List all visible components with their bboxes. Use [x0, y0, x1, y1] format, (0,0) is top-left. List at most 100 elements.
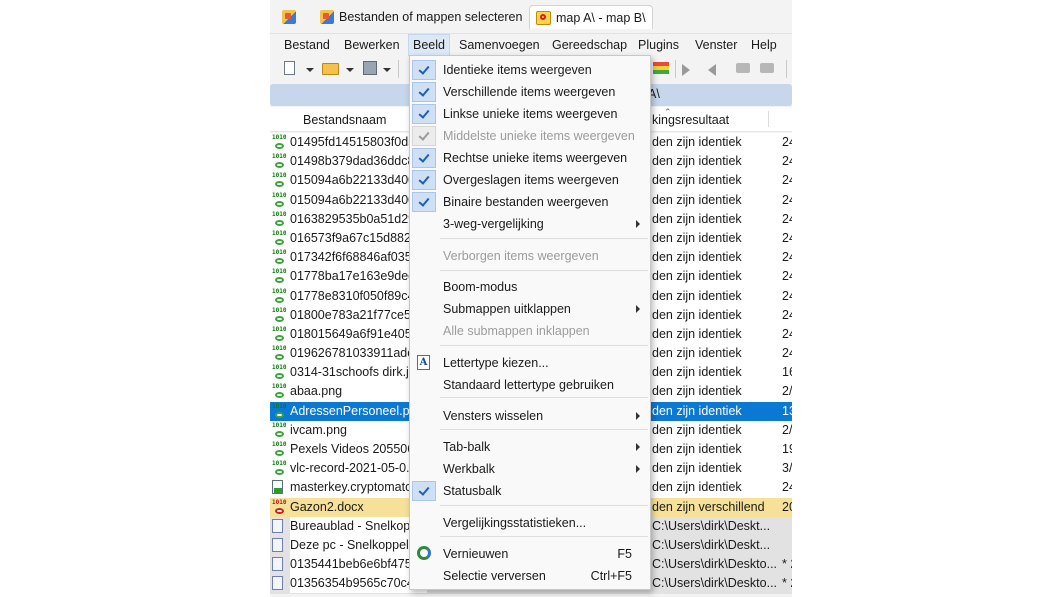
compare-icon — [536, 10, 551, 25]
menu-item[interactable]: Binaire bestanden weergeven — [410, 191, 650, 213]
menu-separator — [440, 345, 648, 346]
row-size: 24 — [782, 250, 792, 265]
checkmark-icon — [412, 170, 436, 190]
copy-right-icon[interactable] — [682, 64, 690, 76]
row-filename: 015094a6b22133d400f. — [290, 192, 423, 207]
shortcut-file-icon — [272, 518, 283, 533]
column-result[interactable]: kingsresultaat — [652, 113, 729, 127]
row-filename: 0163829535b0a51d29. — [290, 211, 419, 226]
font-icon: A — [417, 355, 430, 370]
menu-beeld[interactable]: Beeld — [408, 34, 450, 56]
binary-file-identical-icon: 1010 — [272, 461, 286, 476]
binary-file-identical-icon: 1010 — [272, 211, 286, 227]
menu-item-label: Rechtse unieke items weergeven — [443, 151, 628, 165]
row-filename: 015094a6b22133d400f. — [290, 173, 423, 188]
menu-item[interactable]: Overgeslagen items weergeven — [410, 169, 650, 191]
binary-file-identical-icon: 1010 — [272, 403, 286, 419]
menu-item[interactable]: Boom-modus — [410, 276, 650, 298]
column-divider[interactable] — [768, 111, 769, 127]
menu-item[interactable]: 3-weg-vergelijking — [410, 213, 650, 235]
menu-item-label: Overgeslagen items weergeven — [443, 173, 619, 187]
row-filename: Pexels Videos 205506. — [290, 442, 418, 456]
menu-samenvoegen[interactable]: Samenvoegen — [455, 34, 544, 56]
menu-item: Verborgen items weergeven — [410, 245, 650, 267]
menu-item[interactable]: Vergelijkingsstatistieken... — [410, 512, 650, 534]
row-size: 24 — [782, 154, 792, 169]
menu-bewerken[interactable]: Bewerken — [340, 34, 404, 56]
menu-item-label: Statusbalk — [443, 484, 502, 498]
row-size: 20 — [782, 499, 792, 514]
menu-separator — [440, 429, 648, 430]
binary-file-identical-icon: 1010 — [272, 135, 286, 150]
row-filename: 01778ba17e163e9dec. — [290, 269, 418, 284]
row-size: 24 — [782, 480, 792, 495]
open-folder-icon[interactable] — [322, 63, 339, 75]
tab-compare[interactable]: map A\ - map B\ — [529, 5, 653, 29]
menu-item-label: Middelste unieke items weergeven — [443, 129, 635, 143]
menu-separator — [440, 536, 648, 537]
toolbar-divider — [675, 60, 676, 78]
menu-bar: Bestand Bewerken Beeld Samenvoegen Geree… — [270, 33, 792, 56]
menu-item-label: Alle submappen inklappen — [443, 324, 590, 338]
row-size: 24 — [782, 326, 792, 341]
row-size: 24 — [782, 346, 792, 361]
tab-select-files[interactable]: Bestanden of mappen selecteren — [314, 5, 528, 29]
menu-item[interactable]: Vernieuwen F5 — [410, 543, 650, 565]
save-dropdown-icon[interactable] — [383, 68, 391, 72]
menu-item[interactable]: Werkbalk — [410, 458, 650, 480]
row-filename: ivcam.png — [290, 422, 347, 437]
menu-item[interactable]: Verschillende items weergeven — [410, 81, 650, 103]
app-menu-icon[interactable] — [282, 10, 296, 24]
row-filename: Bureaublad - Snelkop. — [290, 516, 420, 536]
row-result: den zijn identiek — [652, 384, 742, 399]
column-filename[interactable]: Bestandsnaam — [303, 113, 386, 127]
row-filename: Gazon2.docx — [290, 499, 364, 514]
copy-left-advance-icon[interactable] — [760, 63, 774, 73]
select-files-icon — [320, 10, 334, 24]
menu-bestand[interactable]: Bestand — [280, 34, 334, 56]
menu-item-label: Identieke items weergeven — [443, 63, 592, 77]
row-filename: AdressenPersoneel.pd — [290, 403, 417, 418]
open-dropdown-icon[interactable] — [346, 68, 354, 72]
menu-item[interactable]: Standaard lettertype gebruiken — [410, 374, 650, 396]
new-dropdown-icon[interactable] — [306, 68, 314, 72]
row-filename: 019626781033911adec — [290, 346, 421, 361]
save-icon[interactable] — [363, 61, 377, 75]
row-result: den zijn identiek — [652, 211, 742, 226]
row-size: 3/ — [782, 461, 792, 476]
menu-item-label: 3-weg-vergelijking — [443, 217, 544, 231]
menu-item[interactable]: Tab-balk — [410, 436, 650, 458]
row-filename: vlc-record-2021-05-0. — [290, 461, 410, 476]
menu-item[interactable]: Linkse unieke items weergeven — [410, 103, 650, 125]
row-filename: 018015649a6f91e4058. — [290, 326, 423, 341]
menu-item-label: Verborgen items weergeven — [443, 249, 599, 263]
menu-venster[interactable]: Venster — [691, 34, 741, 56]
checkmark-icon — [412, 82, 436, 102]
menu-item[interactable]: Statusbalk — [410, 480, 650, 502]
row-size: 2/ — [782, 422, 792, 437]
row-result: den zijn identiek — [652, 326, 742, 341]
new-document-icon[interactable] — [284, 61, 295, 75]
binary-file-identical-icon: 1010 — [272, 365, 286, 380]
menu-item-label: Submappen uitklappen — [443, 302, 571, 316]
row-filename: masterkey.cryptomato — [290, 480, 413, 495]
next-diff-icon[interactable] — [653, 62, 669, 74]
menu-item-label: Vensters wisselen — [443, 409, 544, 423]
copy-right-advance-icon[interactable] — [736, 63, 750, 73]
row-result: den zijn identiek — [652, 250, 742, 265]
row-filename: 01495fd14515803f0d5. — [290, 135, 419, 149]
menu-item[interactable]: A Lettertype kiezen... — [410, 352, 650, 374]
binary-file-different-icon: 1010 — [272, 499, 286, 515]
menu-item[interactable]: Selectie verversen Ctrl+F5 — [410, 565, 650, 587]
copy-left-icon[interactable] — [708, 64, 716, 76]
menu-separator — [440, 397, 648, 398]
menu-help[interactable]: Help — [747, 34, 781, 56]
menu-gereedschap[interactable]: Gereedschap — [548, 34, 631, 56]
row-size: * 24 — [782, 576, 792, 591]
row-size: 13 — [782, 403, 792, 418]
menu-item[interactable]: Submappen uitklappen — [410, 298, 650, 320]
menu-item[interactable]: Rechtse unieke items weergeven — [410, 147, 650, 169]
menu-item[interactable]: Vensters wisselen — [410, 405, 650, 427]
menu-plugins[interactable]: Plugins — [634, 34, 683, 56]
menu-item[interactable]: Identieke items weergeven — [410, 59, 650, 81]
